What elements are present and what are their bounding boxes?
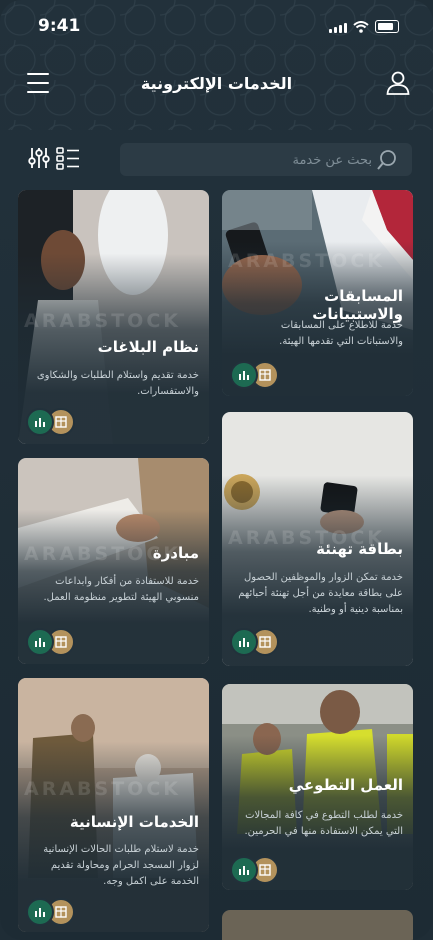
search-icon[interactable] bbox=[376, 149, 398, 171]
service-card-reports[interactable]: ARABSTOCK نظام البلاغات خدمة تقديم واستل… bbox=[18, 190, 209, 444]
page-title: الخدمات الإلكترونية bbox=[140, 74, 293, 93]
battery-icon bbox=[375, 20, 399, 33]
card-title: بطاقة تهنئة bbox=[316, 540, 403, 558]
chart-icon bbox=[230, 361, 258, 389]
card-badges bbox=[26, 408, 75, 436]
service-card-competitions[interactable]: ARABSTOCK المسابقات والاستبيانات خدمة لل… bbox=[222, 190, 413, 396]
watermark: ARABSTOCK bbox=[24, 778, 181, 800]
chart-icon bbox=[26, 408, 54, 436]
app-header: الخدمات الإلكترونية bbox=[0, 70, 433, 100]
chart-icon bbox=[26, 898, 54, 926]
service-card-volunteering[interactable]: العمل التطوعي خدمة لطلب التطوع في كافة ا… bbox=[222, 684, 413, 890]
watermark: ARABSTOCK bbox=[24, 310, 181, 332]
card-badges bbox=[230, 856, 279, 884]
app-screen: 9:41 الخدمات الإلكترونية بحث عن خدمة ARA… bbox=[0, 0, 433, 940]
card-badges bbox=[230, 628, 279, 656]
toolbar bbox=[0, 143, 433, 178]
service-card-humanitarian[interactable]: ARABSTOCK الخدمات الإنسانية خدمة لاستلام… bbox=[18, 678, 209, 932]
filter-icon[interactable] bbox=[28, 145, 50, 171]
user-icon[interactable] bbox=[385, 70, 411, 96]
card-description: خدمة للاستفادة من أفكار وابداعات منسوبي … bbox=[43, 576, 199, 603]
status-time: 9:41 bbox=[38, 16, 81, 36]
card-description: خدمة لاستلام طلبات الحالات الإنسانية لزو… bbox=[43, 844, 199, 887]
card-badges bbox=[230, 361, 279, 389]
card-title: نظام البلاغات bbox=[97, 338, 199, 356]
card-badges bbox=[26, 898, 75, 926]
card-title: العمل التطوعي bbox=[288, 776, 403, 794]
search-box bbox=[120, 143, 412, 178]
card-title: مبادرة bbox=[152, 544, 199, 562]
watermark: ARABSTOCK bbox=[228, 250, 385, 272]
service-card-initiative[interactable]: ARABSTOCK مبادرة خدمة للاستفادة من أفكار… bbox=[18, 458, 209, 664]
chart-icon bbox=[230, 856, 258, 884]
chart-icon bbox=[230, 628, 258, 656]
card-description: خدمة للاطلاع على المسابقات والاستبانات ا… bbox=[279, 320, 403, 347]
status-icons bbox=[329, 20, 399, 33]
list-view-icon[interactable] bbox=[56, 145, 80, 171]
wifi-icon bbox=[353, 21, 369, 33]
card-description: خدمة لطلب التطوع في كافة المجالات التي ي… bbox=[244, 810, 403, 837]
service-card-greeting[interactable]: ARABSTOCK بطاقة تهنئة خدمة تمكن الزوار و… bbox=[222, 412, 413, 666]
card-badges bbox=[26, 628, 75, 656]
status-bar: 9:41 bbox=[0, 16, 433, 40]
card-description: خدمة تمكن الزوار والموظفين الحصول على بط… bbox=[238, 572, 403, 615]
card-title: الخدمات الإنسانية bbox=[69, 813, 199, 831]
card-description: خدمة تقديم واستلام الطلبات والشكاوى والا… bbox=[36, 370, 199, 397]
search-input[interactable] bbox=[130, 143, 374, 178]
signal-icon bbox=[329, 23, 347, 33]
service-card-partial[interactable] bbox=[222, 910, 413, 940]
chart-icon bbox=[26, 628, 54, 656]
